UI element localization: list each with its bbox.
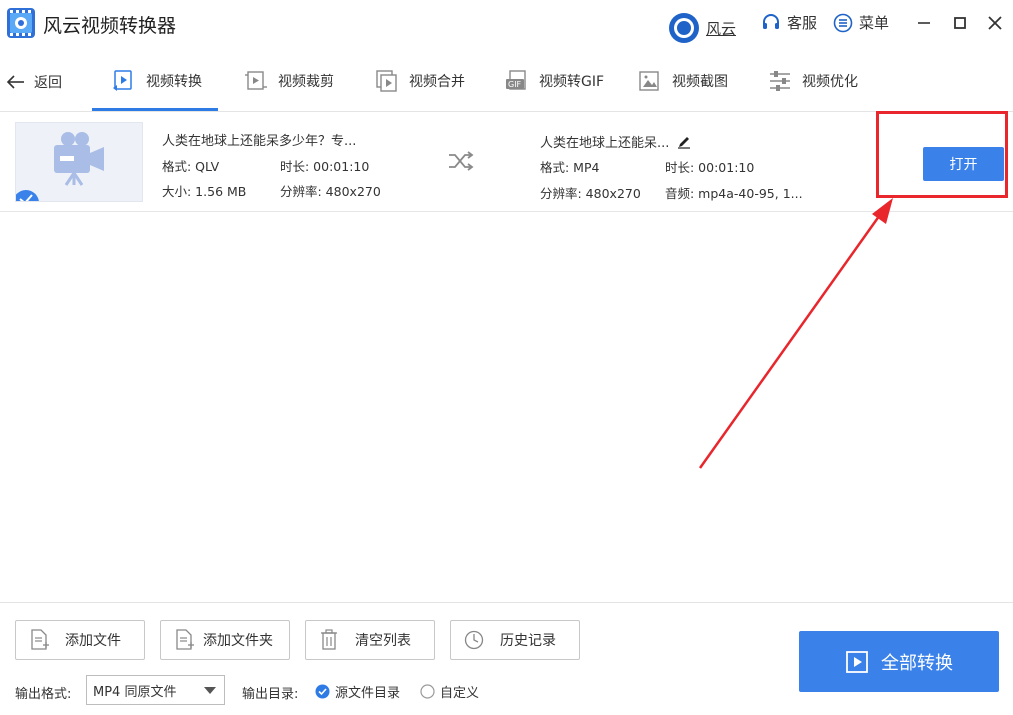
- tab-label: 视频截图: [672, 74, 728, 90]
- tool-tabs-bar: 返回 视频转换 视频裁剪 视频合并 GIF 视频转GIF 视频截图 视频优化: [0, 56, 1013, 112]
- radio-checked-icon: [315, 684, 330, 699]
- convert-all-label: 全部转换: [881, 652, 953, 674]
- source-format: 格式: QLV: [162, 159, 220, 174]
- title-bar: 风云视频转换器 风云 客服 菜单: [0, 0, 1013, 46]
- back-button[interactable]: 返回: [6, 72, 62, 92]
- source-resolution: 分辨率: 480x270: [280, 184, 381, 199]
- output-file-name-text: 人类在地球上还能呆...: [540, 136, 670, 151]
- tab-label: 视频转换: [146, 74, 202, 90]
- output-format-label: 输出格式:: [15, 687, 72, 702]
- history-label: 历史记录: [500, 633, 556, 649]
- history-button[interactable]: 历史记录: [450, 620, 580, 660]
- clock-icon: [464, 630, 484, 650]
- tab-video-screenshot[interactable]: 视频截图: [638, 68, 728, 94]
- back-label: 返回: [34, 75, 62, 91]
- radio-label: 自定义: [440, 686, 480, 701]
- output-resolution: 分辨率: 480x270: [540, 186, 641, 201]
- back-arrow-icon: [6, 75, 24, 89]
- service-label: 客服: [787, 14, 818, 32]
- app-window: 风云视频转换器 风云 客服 菜单 返回 视频转换 视频裁剪 视频合并 GIF 视…: [0, 0, 1013, 715]
- user-avatar-icon: [669, 13, 699, 43]
- source-duration: 时长: 00:01:10: [280, 159, 370, 174]
- tab-label: 视频转GIF: [539, 74, 605, 90]
- customer-service-button[interactable]: 客服: [761, 12, 817, 33]
- close-icon[interactable]: [985, 13, 1005, 33]
- shuffle-convert-icon: [449, 151, 474, 171]
- optimize-icon: [770, 71, 790, 91]
- svg-text:GIF: GIF: [508, 80, 522, 89]
- add-folder-label: 添加文件夹: [203, 633, 273, 649]
- gif-icon: GIF: [506, 70, 526, 90]
- add-folder-button[interactable]: 添加文件夹: [160, 620, 290, 660]
- output-dir-label: 输出目录:: [242, 687, 299, 702]
- output-format: 格式: MP4: [540, 160, 600, 175]
- video-thumbnail: [15, 122, 143, 202]
- video-merge-icon: [376, 70, 397, 92]
- output-duration: 时长: 00:01:10: [665, 160, 755, 175]
- output-file-name: 人类在地球上还能呆...: [540, 132, 691, 151]
- tab-video-convert[interactable]: 视频转换: [92, 68, 218, 111]
- video-camera-icon: [16, 132, 104, 201]
- add-folder-icon: [176, 629, 194, 650]
- tab-label: 视频合并: [409, 74, 465, 90]
- tab-label: 视频优化: [802, 74, 858, 90]
- add-file-button[interactable]: 添加文件: [15, 620, 145, 660]
- chevron-down-icon: [204, 687, 216, 694]
- tab-video-merge[interactable]: 视频合并: [375, 68, 465, 94]
- tab-video-to-gif[interactable]: GIF 视频转GIF: [505, 68, 604, 94]
- clear-list-label: 清空列表: [355, 633, 411, 649]
- video-crop-icon: [245, 71, 267, 90]
- screenshot-icon: [639, 71, 659, 91]
- annotation-arrow: [698, 198, 893, 469]
- trash-icon: [321, 629, 337, 650]
- tab-label: 视频裁剪: [278, 74, 334, 90]
- output-format-value: MP4 同原文件: [93, 684, 177, 700]
- add-file-icon: [31, 629, 49, 650]
- convert-all-button[interactable]: 全部转换: [799, 631, 999, 692]
- source-file-name: 人类在地球上还能呆多少年？专...: [162, 134, 357, 149]
- user-account-button[interactable]: 风云: [668, 12, 736, 44]
- video-convert-icon: [113, 70, 132, 91]
- tab-video-crop[interactable]: 视频裁剪: [244, 68, 334, 94]
- radio-label: 源文件目录: [335, 686, 401, 701]
- play-icon: [846, 650, 868, 673]
- menu-button[interactable]: 菜单: [833, 12, 889, 33]
- headset-icon: [763, 13, 779, 29]
- output-format-select[interactable]: MP4 同原文件: [86, 675, 225, 705]
- source-size: 大小: 1.56 MB: [162, 184, 247, 199]
- user-label: 风云: [706, 19, 737, 38]
- menu-label: 菜单: [859, 14, 890, 32]
- radio-unchecked-icon: [420, 684, 435, 699]
- bottom-toolbar: 添加文件 添加文件夹 清空列表 历史记录 全部转换 输出格式: MP4 同原文件…: [0, 602, 1013, 715]
- maximize-icon[interactable]: [950, 13, 970, 33]
- annotation-highlight-box: [876, 111, 1008, 198]
- app-logo-icon: [7, 8, 35, 38]
- add-file-label: 添加文件: [65, 633, 121, 649]
- minimize-icon[interactable]: [914, 13, 934, 33]
- tab-video-optimize[interactable]: 视频优化: [768, 68, 858, 94]
- app-title: 风云视频转换器: [43, 15, 177, 37]
- clear-list-button[interactable]: 清空列表: [305, 620, 435, 660]
- edit-pencil-icon[interactable]: [677, 135, 691, 149]
- radio-custom-dir[interactable]: 自定义: [420, 682, 479, 701]
- menu-icon: [833, 13, 853, 32]
- radio-source-dir[interactable]: 源文件目录: [315, 682, 400, 701]
